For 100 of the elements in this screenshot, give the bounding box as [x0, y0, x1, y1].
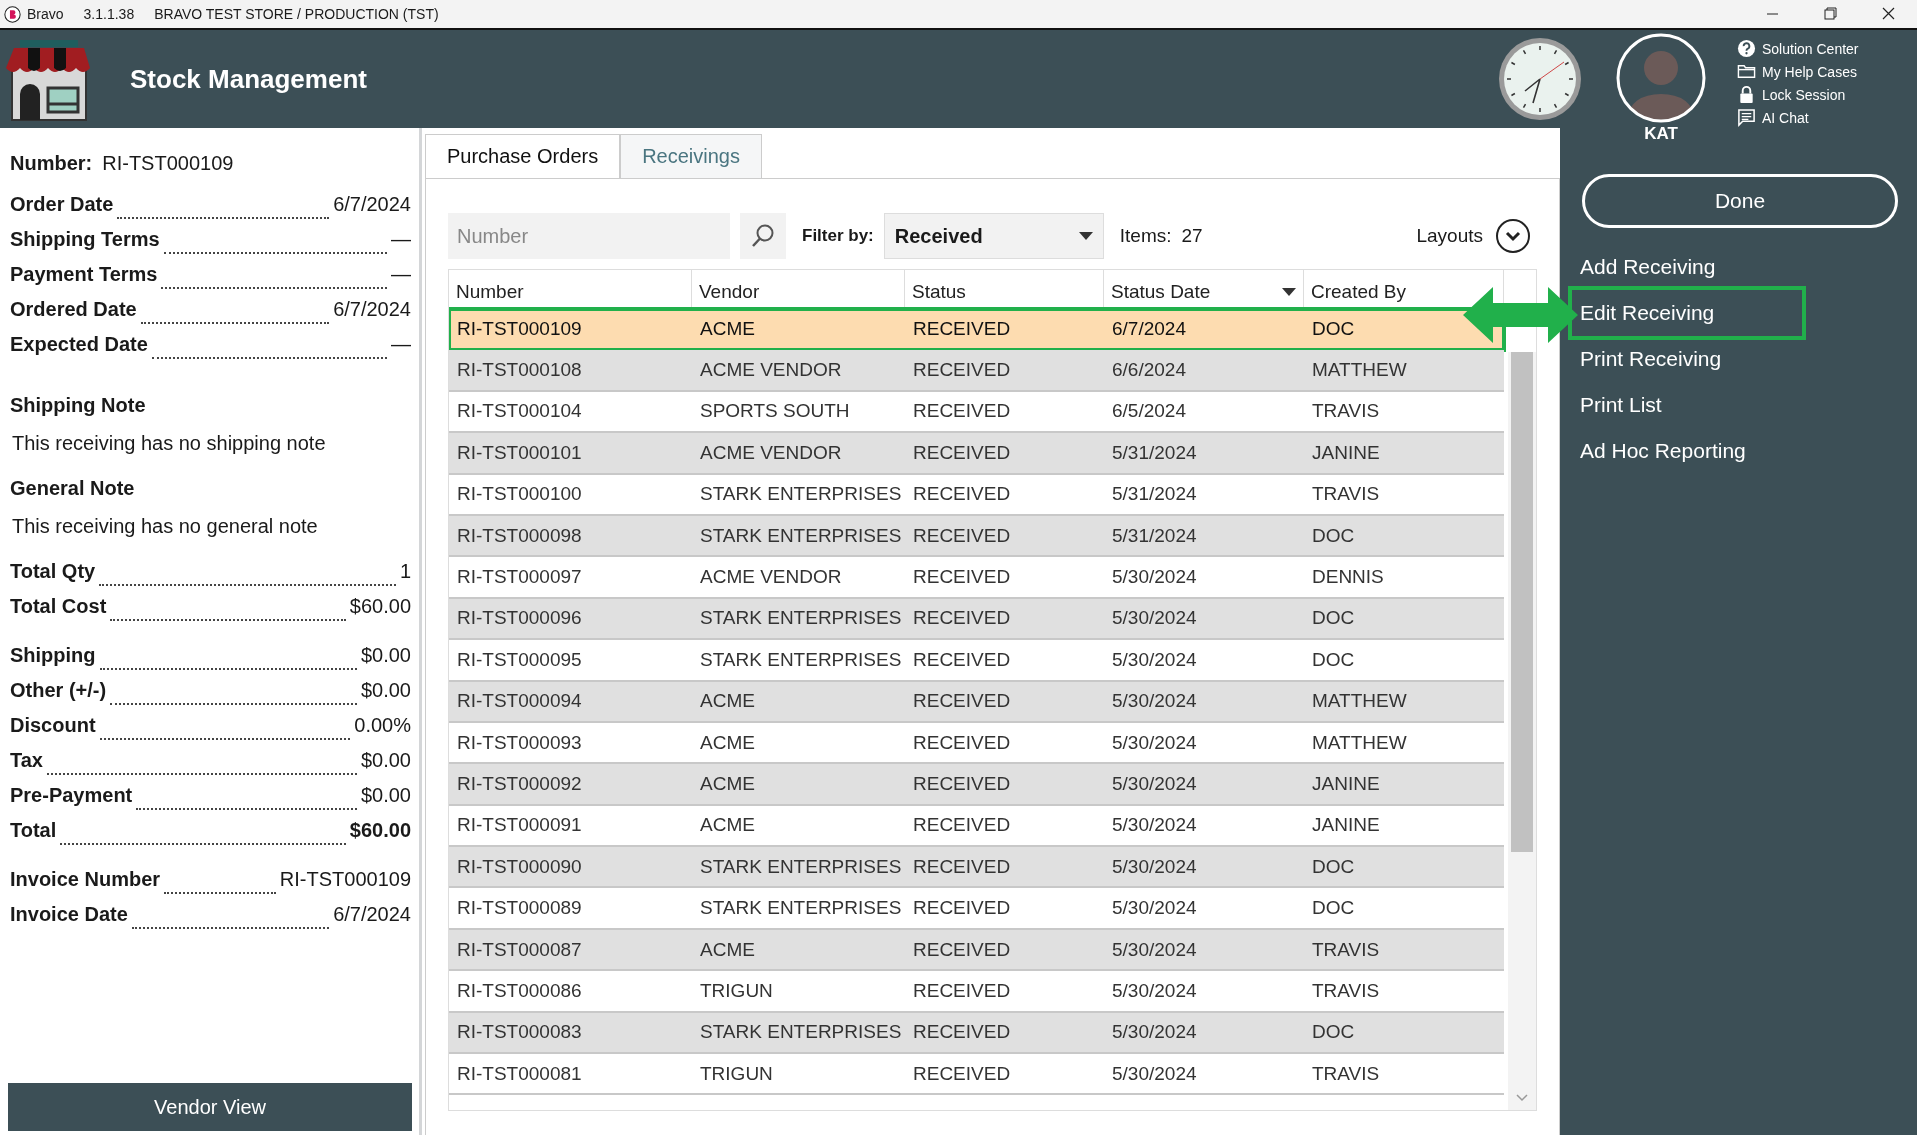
table-cell-text: 6/7/2024 [1111, 316, 1187, 341]
table-cell-text: MATTHEW [1311, 358, 1408, 383]
header-link[interactable]: AI Chat [1737, 108, 1887, 127]
field-label: Invoice Date [10, 903, 128, 926]
table-cell-text: RI-TST000091 [456, 813, 583, 838]
field-value: 6/7/2024 [333, 298, 411, 321]
field-value: 0.00% [354, 714, 411, 737]
field-label: Shipping [10, 644, 96, 667]
table-cell-text: RECEIVED [912, 358, 1012, 383]
filter-label: Filter by: [802, 226, 874, 246]
field-label: Tax [10, 749, 43, 772]
number-value: RI-TST000109 [102, 152, 234, 175]
table-cell-text: ACME [699, 772, 756, 796]
field-label: Ordered Date [10, 298, 137, 321]
tab[interactable]: Receivings [620, 134, 762, 178]
field-label: Invoice Number [10, 868, 161, 891]
table-cell-text: 5/30/2024 [1111, 813, 1198, 838]
table-cell-text: 5/30/2024 [1111, 689, 1198, 714]
table-row[interactable]: RI-TST000094 ACME RECEIVED 5/30/2024 MATTHEW [449, 681, 1504, 723]
table-cell-text: 5/30/2024 [1111, 978, 1198, 1003]
table-row[interactable]: RI-TST000098 STARK ENTERPRISES RECEIVED 5/31/2024 DOC [449, 515, 1504, 558]
scrollbar[interactable] [1508, 352, 1536, 1110]
field-value: — [391, 263, 411, 286]
table-cell-text: RECEIVED [912, 565, 1012, 590]
table-cell-text: RECEIVED [912, 523, 1012, 548]
table-cell-text: TRAVIS [1311, 978, 1381, 1003]
table-cell-text: RI-TST000097 [456, 565, 583, 590]
clock-icon [1497, 36, 1583, 122]
table-row[interactable]: RI-TST000090 STARK ENTERPRISES RECEIVED 5/30/2024 DOC [449, 847, 1504, 889]
table-cell-text: 5/30/2024 [1111, 854, 1198, 879]
table-cell-text: 6/6/2024 [1111, 358, 1187, 383]
folder-icon [1737, 62, 1756, 81]
header-link[interactable]: Solution Center [1737, 39, 1887, 58]
done-button[interactable]: Done [1582, 174, 1898, 228]
table-cell-text: RECEIVED [912, 647, 1012, 672]
field-label: Total [10, 819, 57, 842]
table-cell-text: RECEIVED [912, 482, 1012, 507]
field-label: Payment Terms [10, 263, 158, 286]
items-count: 27 [1181, 225, 1203, 247]
table-cell-text: RECEIVED [912, 772, 1012, 796]
table-cell-text: ACME VENDOR [699, 565, 843, 590]
table-cell-text: 5/30/2024 [1111, 937, 1198, 962]
sidebar-action[interactable]: Ad Hoc Reporting [1580, 428, 1758, 474]
vendor-view-button[interactable]: Vendor View [8, 1083, 412, 1131]
search-button[interactable] [740, 213, 786, 259]
table-cell-text: STARK ENTERPRISES [699, 523, 903, 548]
note-text: This receiving has no general note [12, 513, 319, 539]
table-cell-text: 5/31/2024 [1111, 440, 1198, 465]
table-cell-text: ACME [699, 689, 756, 714]
table-row[interactable]: RI-TST000108 ACME VENDOR RECEIVED 6/6/2024 MATTHEW [449, 350, 1504, 392]
app-logo-icon [4, 5, 21, 23]
table-cell-text: RI-TST000093 [456, 730, 583, 755]
table-cell-text: STARK ENTERPRISES [699, 1020, 903, 1045]
sidebar-action[interactable]: Print Receiving [1580, 336, 1734, 382]
table-row[interactable]: RI-TST000096 STARK ENTERPRISES RECEIVED 5/30/2024 DOC [449, 598, 1504, 641]
table-cell-text: RECEIVED [912, 854, 1012, 879]
sidebar-action[interactable]: Add Receiving [1580, 244, 1728, 290]
search-icon [750, 223, 776, 249]
table-cell-text: SPORTS SOUTH [699, 399, 851, 424]
table-cell-text: 5/30/2024 [1111, 647, 1198, 672]
note-title: Shipping Note [10, 393, 147, 418]
note-text: This receiving has no shipping note [12, 430, 327, 456]
field-label: Order Date [10, 193, 114, 216]
search-field[interactable]: Number [448, 213, 730, 259]
table-cell-text: RECEIVED [912, 606, 1012, 631]
table-row[interactable]: RI-TST000092 ACME RECEIVED 5/30/2024 JANINE [449, 764, 1504, 806]
user-avatar[interactable] [1615, 32, 1707, 124]
chevron-down-icon[interactable] [1495, 218, 1531, 254]
field-value: $60.00 [349, 819, 411, 842]
table-cell-text: RI-TST000086 [456, 978, 583, 1003]
field-value: RI-TST000109 [279, 868, 411, 891]
table-cell-text: RI-TST000094 [456, 689, 583, 714]
field-label: Discount [10, 714, 96, 737]
table-cell-text: ACME [699, 316, 756, 341]
field-value: 1 [399, 560, 411, 583]
tab[interactable]: Purchase Orders [425, 134, 621, 178]
sidebar-action[interactable]: Print List [1580, 382, 1674, 428]
table-cell-text: DENNIS [1311, 565, 1385, 590]
table-cell-text: ACME [699, 813, 756, 838]
table-row[interactable]: RI-TST000083 STARK ENTERPRISES RECEIVED 5/30/2024 DOC [449, 1012, 1504, 1055]
header-link[interactable]: Lock Session [1737, 85, 1887, 104]
app-version: 3.1.1.38 [83, 6, 135, 22]
table-cell-text: RI-TST000083 [456, 1020, 583, 1045]
table-cell-text: RI-TST000109 [456, 316, 583, 341]
table-row[interactable]: RI-TST000087 ACME RECEIVED 5/30/2024 TRAVIS [449, 929, 1504, 972]
table-cell-text: TRAVIS [1311, 937, 1381, 962]
filter-dropdown[interactable]: Received [883, 213, 1104, 259]
table-row[interactable]: RI-TST000101 ACME VENDOR RECEIVED 5/31/2024 JANINE [449, 433, 1504, 475]
table-cell-text: RI-TST000100 [456, 482, 583, 507]
table-cell-text: RECEIVED [912, 937, 1012, 962]
field-value: $0.00 [360, 784, 411, 807]
table-cell-text: DOC [1311, 647, 1356, 672]
table-cell-text: ACME VENDOR [699, 358, 843, 383]
field-value: $60.00 [349, 595, 411, 618]
table-row[interactable]: RI-TST000109 ACME RECEIVED 6/7/2024 DOC [449, 309, 1504, 351]
table-cell-text: ACME VENDOR [699, 440, 843, 465]
header-link[interactable]: My Help Cases [1737, 62, 1887, 81]
table-cell-text: 6/5/2024 [1111, 399, 1187, 424]
table-cell-text: RECEIVED [912, 1061, 1012, 1086]
table-cell-text: JANINE [1311, 440, 1381, 465]
